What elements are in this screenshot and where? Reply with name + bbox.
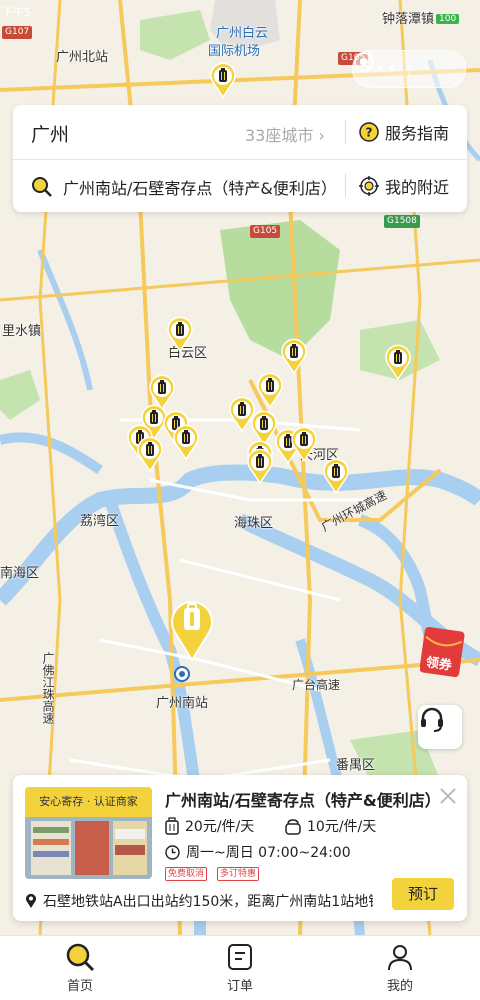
search-icon [66, 943, 95, 972]
miniprogram-capsule: ••• [352, 50, 466, 88]
label-airport-2: 国际机场 [208, 44, 261, 59]
city-row: 广州 33座城市 › ? 服务指南 [13, 105, 467, 160]
store-pin[interactable] [384, 344, 412, 380]
book-button[interactable]: 预订 [392, 878, 454, 910]
label-haizhu: 海珠区 [234, 516, 274, 531]
bottom-tab-bar: 首页 订单 我的 [0, 935, 480, 1000]
tab-orders[interactable]: 订单 [160, 936, 320, 1000]
store-pin[interactable] [136, 436, 164, 472]
nearby-label: 我的附近 [385, 178, 450, 197]
nearby-button[interactable]: 我的附近 [359, 174, 449, 198]
search-row: 广州南站/石壁寄存点（特产&便利店） 我的附近 [13, 159, 467, 212]
divider [345, 173, 346, 197]
store-tag: 安心寄存 · 认证商家 [25, 787, 152, 817]
store-address: 石壁地铁站A出口出站约150米，距离广州南站1站地铁 [25, 891, 373, 911]
search-card: 广州 33座城市 › ? 服务指南 广州南站/石壁寄存点（特产&便利店） 我的附… [13, 105, 467, 212]
badge-multi-discount: 多订特惠 [217, 867, 260, 881]
tab-orders-label: 订单 [226, 979, 253, 994]
city-count-label: 33座城市 [245, 126, 314, 145]
tab-home[interactable]: 首页 [0, 936, 160, 1000]
label-nanhai: 南海区 [0, 566, 40, 581]
badge-free-cancel: 免费取消 [165, 867, 208, 881]
city-count-link[interactable]: 33座城市 › [245, 122, 325, 146]
customer-service-button[interactable] [418, 705, 462, 749]
store-pin[interactable] [172, 424, 200, 460]
order-icon [228, 944, 252, 970]
selected-store-pin[interactable] [168, 596, 216, 662]
coupon-button[interactable]: 领券 [420, 625, 466, 679]
city-selector[interactable]: 广州 [31, 120, 69, 147]
location-pin-icon [26, 893, 36, 908]
label-guangzhou-north: 广州北站 [56, 50, 109, 65]
store-card[interactable]: 安心寄存 · 认证商家 广州南站/石壁寄存点（特产&便利店） 20元/件/天 1… [13, 775, 467, 921]
opening-hours: 周一~周日 07:00~24:00 [165, 842, 351, 862]
label-airport-1: 广州白云 [216, 26, 269, 41]
store-pin[interactable] [256, 372, 284, 408]
label-zhongluotan: 钟落潭镇 [382, 12, 435, 27]
clock-icon [165, 844, 180, 860]
locate-icon [359, 176, 379, 196]
bag-price: 10元/件/天 [285, 816, 376, 836]
label-lishui: 里水镇 [2, 324, 42, 339]
tab-profile-label: 我的 [386, 979, 413, 994]
metro-station-icon [174, 666, 190, 682]
store-photo[interactable]: 安心寄存 · 认证商家 [25, 787, 152, 879]
bag-price-label: 10元/件/天 [307, 819, 377, 835]
service-guide-button[interactable]: ? 服务指南 [359, 120, 449, 144]
opening-hours-label: 周一~周日 07:00~24:00 [186, 845, 351, 861]
service-guide-label: 服务指南 [385, 124, 450, 143]
luggage-price: 20元/件/天 [165, 816, 254, 836]
help-icon: ? [359, 122, 379, 142]
svg-text:?: ? [366, 126, 373, 140]
tab-home-label: 首页 [66, 979, 93, 994]
capsule-divider [408, 59, 410, 79]
user-icon [388, 945, 412, 971]
road-tag-g107: G107 [2, 26, 33, 39]
store-pin[interactable] [209, 62, 237, 98]
label-liwan: 荔湾区 [80, 514, 120, 529]
chevron-right-icon: › [318, 126, 325, 145]
road-tag-g1508: G1508 [384, 215, 420, 228]
store-pin[interactable] [166, 316, 194, 352]
status-battery: 100 [436, 14, 460, 24]
storefront-image [25, 817, 152, 879]
store-title: 广州南站/石壁寄存点（特产&便利店） [165, 791, 433, 810]
headset-icon [421, 707, 443, 732]
tab-profile[interactable]: 我的 [320, 936, 480, 1000]
store-pin[interactable] [280, 338, 308, 374]
search-icon [32, 177, 52, 197]
store-pin[interactable] [246, 448, 274, 484]
store-address-label: 石壁地铁站A出口出站约150米，距离广州南站1站地铁 [43, 894, 373, 910]
bag-icon [285, 819, 301, 835]
store-pin[interactable] [290, 426, 318, 462]
label-panyu: 番禺区 [336, 758, 376, 773]
search-input[interactable]: 广州南站/石壁寄存点（特产&便利店） [63, 175, 333, 199]
coupon-label: 领券 [424, 655, 453, 674]
label-guangtai-expressway: 广台高速 [292, 678, 341, 692]
road-tag-g105: G105 [250, 225, 281, 238]
close-icon[interactable] [437, 785, 459, 807]
divider [345, 120, 346, 144]
label-guangzhou-south: 广州南站 [156, 696, 209, 711]
luggage-price-label: 20元/件/天 [185, 819, 255, 835]
store-pin[interactable] [322, 458, 350, 494]
luggage-icon [165, 817, 179, 835]
status-time: 下午5 [2, 6, 31, 19]
label-foshan-jiangzhu-expressway: 广佛江珠高速 [41, 652, 55, 724]
